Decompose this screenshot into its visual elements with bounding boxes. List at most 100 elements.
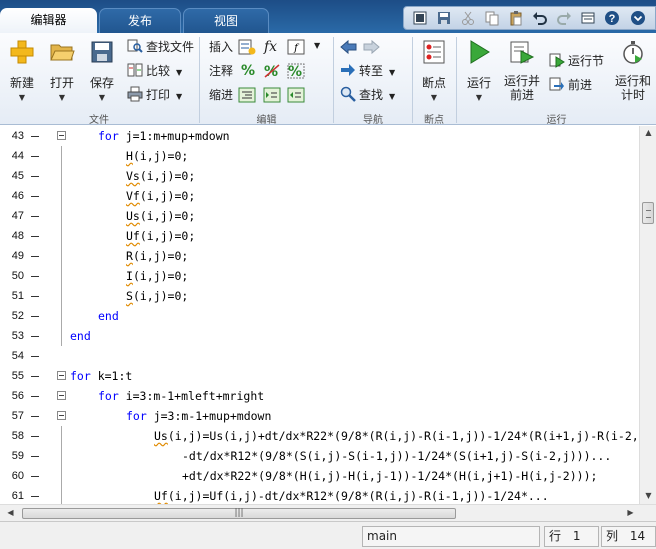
wrap-comments-icon[interactable]: % — [287, 63, 305, 79]
save-button[interactable]: 保存 ▼ — [82, 37, 122, 107]
code-line[interactable]: 57 for j=3:m-1+mup+mdown — [0, 406, 640, 426]
breakpoint-dash-icon[interactable] — [31, 496, 39, 497]
fold-toggle-icon[interactable] — [57, 131, 66, 140]
breakpoint-dash-icon[interactable] — [31, 456, 39, 457]
print-button[interactable]: 打印 ▼ — [127, 85, 182, 105]
line-number[interactable]: 44 — [0, 146, 24, 166]
scroll-down-arrow-icon[interactable]: ▼ — [640, 491, 656, 500]
compare-button[interactable]: 比较 ▼ — [127, 61, 182, 81]
switch-windows-icon[interactable] — [580, 10, 596, 26]
breakpoint-dash-icon[interactable] — [31, 296, 39, 297]
code-line[interactable]: 48 Uf(i,j)=0; — [0, 226, 640, 246]
line-number[interactable]: 50 — [0, 266, 24, 286]
copy-icon[interactable] — [484, 10, 500, 26]
breakpoint-dash-icon[interactable] — [31, 216, 39, 217]
code-line[interactable]: 54 — [0, 346, 640, 366]
insert-section-icon[interactable] — [238, 39, 256, 55]
smart-indent-icon[interactable] — [238, 87, 256, 103]
code-line[interactable]: 43 for j=1:m+mup+mdown — [0, 126, 640, 146]
code-line[interactable]: 49 R(i,j)=0; — [0, 246, 640, 266]
breakpoint-dash-icon[interactable] — [31, 256, 39, 257]
vertical-scroll-thumb[interactable] — [642, 202, 654, 224]
goto-button[interactable]: 转至 ▼ — [340, 61, 395, 81]
forward-arrow-icon[interactable] — [362, 39, 380, 55]
code-line[interactable]: 46 Vf(i,j)=0; — [0, 186, 640, 206]
breakpoint-dash-icon[interactable] — [31, 436, 39, 437]
line-number[interactable]: 53 — [0, 326, 24, 346]
code-line[interactable]: 53 end — [0, 326, 640, 346]
tab-publish[interactable]: 发布 — [99, 8, 181, 33]
code-line[interactable]: 51 S(i,j)=0; — [0, 286, 640, 306]
undo-icon[interactable] — [532, 10, 548, 26]
breakpoint-dash-icon[interactable] — [31, 236, 39, 237]
line-number[interactable]: 55 — [0, 366, 24, 386]
code-line[interactable]: 56 for i=3:m-1+mleft+mright — [0, 386, 640, 406]
cut-icon[interactable] — [460, 10, 476, 26]
line-number[interactable]: 58 — [0, 426, 24, 446]
breakpoint-dash-icon[interactable] — [31, 316, 39, 317]
save-icon[interactable] — [436, 10, 452, 26]
code-line[interactable]: 50 I(i,j)=0; — [0, 266, 640, 286]
tab-editor[interactable]: 编辑器 — [0, 8, 97, 33]
breakpoint-dash-icon[interactable] — [31, 336, 39, 337]
advance-button[interactable]: 前进 — [549, 75, 592, 95]
tab-view[interactable]: 视图 — [183, 8, 269, 33]
line-number[interactable]: 43 — [0, 126, 24, 146]
new-button[interactable]: 新建 ▼ — [2, 37, 42, 107]
indent-button[interactable]: 缩进 — [209, 85, 233, 105]
find-files-button[interactable]: 查找文件 — [127, 37, 194, 57]
breakpoint-dash-icon[interactable] — [31, 156, 39, 157]
redo-icon[interactable] — [556, 10, 572, 26]
decrease-indent-icon[interactable] — [287, 87, 305, 103]
code-line[interactable]: 44 H(i,j)=0; — [0, 146, 640, 166]
line-number[interactable]: 51 — [0, 286, 24, 306]
breakpoint-dash-icon[interactable] — [31, 196, 39, 197]
code-line[interactable]: 47 Us(i,j)=0; — [0, 206, 640, 226]
breakpoints-button[interactable]: 断点 ▼ — [414, 37, 454, 107]
layout-icon[interactable] — [412, 10, 428, 26]
vertical-scrollbar[interactable]: ▲ ▼ — [639, 126, 656, 504]
insert-function-button[interactable]: fx — [264, 37, 277, 57]
run-and-advance-button[interactable]: 运行并 前进 — [500, 37, 544, 107]
run-button[interactable]: 运行 ▼ — [459, 37, 499, 107]
line-number[interactable]: 56 — [0, 386, 24, 406]
code-line[interactable]: 59 -dt/dx*R12*(9/8*(S(i,j)-S(i-1,j))-1/24… — [0, 446, 640, 466]
code-line[interactable]: 45 Vs(i,j)=0; — [0, 166, 640, 186]
comment-button[interactable]: 注释 — [209, 61, 233, 81]
breakpoint-dash-icon[interactable] — [31, 376, 39, 377]
fold-toggle-icon[interactable] — [57, 411, 66, 420]
line-number[interactable]: 59 — [0, 446, 24, 466]
back-arrow-icon[interactable] — [340, 39, 358, 55]
line-number[interactable]: 45 — [0, 166, 24, 186]
code-line[interactable]: 61 Uf(i,j)=Uf(i,j)-dt/dx*R12*(9/8*(R(i,j)… — [0, 486, 640, 504]
help-icon[interactable]: ? — [604, 10, 620, 26]
fold-toggle-icon[interactable] — [57, 371, 66, 380]
horizontal-scroll-thumb[interactable]: ||| — [22, 508, 456, 519]
line-number[interactable]: 60 — [0, 466, 24, 486]
line-number[interactable]: 48 — [0, 226, 24, 246]
uncomment-icon[interactable]: % — [263, 63, 281, 79]
code-line[interactable]: 55 for k=1:t — [0, 366, 640, 386]
breakpoint-dash-icon[interactable] — [31, 356, 39, 357]
scroll-up-arrow-icon[interactable]: ▲ — [640, 128, 656, 137]
line-number[interactable]: 57 — [0, 406, 24, 426]
horizontal-scrollbar[interactable]: ◀ ||| ▶ — [0, 504, 656, 521]
breakpoint-dash-icon[interactable] — [31, 396, 39, 397]
run-and-time-button[interactable]: 运行和 计时 — [611, 37, 655, 107]
breakpoint-dash-icon[interactable] — [31, 416, 39, 417]
breakpoint-dash-icon[interactable] — [31, 176, 39, 177]
increase-indent-icon[interactable] — [263, 87, 281, 103]
function-browser-icon[interactable]: f — [287, 39, 305, 55]
breakpoint-dash-icon[interactable] — [31, 136, 39, 137]
scroll-left-arrow-icon[interactable]: ◀ — [2, 508, 19, 517]
chevron-down-icon[interactable]: ▼ — [314, 41, 320, 50]
run-section-button[interactable]: 运行节 — [549, 51, 604, 71]
line-number[interactable]: 61 — [0, 486, 24, 504]
open-button[interactable]: 打开 ▼ — [42, 37, 82, 107]
line-number[interactable]: 47 — [0, 206, 24, 226]
expand-icon[interactable] — [630, 10, 646, 26]
code-editor[interactable]: 43 for j=1:m+mup+mdown 44 H(i,j)=0; 45 Vs(i,j… — [0, 126, 656, 504]
breakpoint-dash-icon[interactable] — [31, 476, 39, 477]
code-line[interactable]: 52 end — [0, 306, 640, 326]
find-button[interactable]: 查找 ▼ — [340, 85, 395, 105]
